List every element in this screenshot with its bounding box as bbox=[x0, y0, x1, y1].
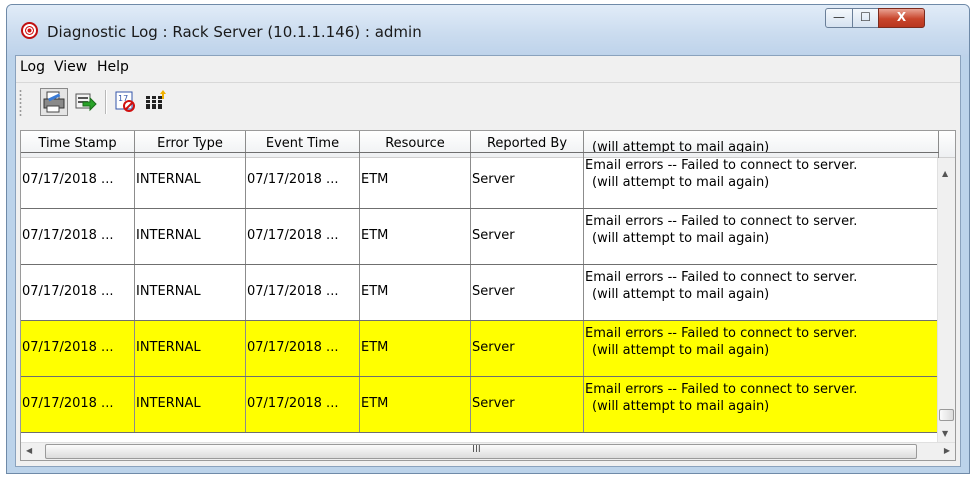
print-icon bbox=[43, 91, 65, 113]
cell-reported-by bbox=[471, 131, 584, 152]
table-row-partial[interactable]: (will attempt to mail again) bbox=[21, 131, 939, 153]
cell-resource: ETM bbox=[360, 209, 471, 264]
app-logo-icon bbox=[21, 22, 38, 39]
app-window: Diagnostic Log : Rack Server (10.1.1.146… bbox=[6, 4, 970, 474]
message-line-2: (will attempt to mail again) bbox=[592, 399, 770, 414]
minimize-button[interactable]: — bbox=[825, 8, 853, 28]
scroll-up-icon[interactable]: ▲ bbox=[942, 169, 948, 178]
vertical-scrollbar[interactable]: ▲ ▼ bbox=[937, 158, 955, 445]
menu-bar: Log View Help bbox=[16, 56, 960, 83]
columns-icon bbox=[146, 90, 166, 109]
cell-reported-by: Server bbox=[471, 153, 584, 208]
cell-error-type bbox=[135, 131, 246, 152]
horizontal-scrollbar[interactable]: ◀ III ▶ bbox=[21, 442, 955, 460]
cell-reported-by: Server bbox=[471, 209, 584, 264]
cell-error-type: INTERNAL bbox=[135, 377, 246, 432]
cell-time-stamp: 07/17/2018 ... bbox=[21, 377, 135, 432]
export-icon bbox=[75, 93, 97, 112]
cell-time-stamp: 07/17/2018 ... bbox=[21, 153, 135, 208]
horizontal-scroll-thumb[interactable]: III bbox=[45, 444, 917, 459]
cell-event-time: 07/17/2018 ... bbox=[246, 377, 360, 432]
table-row-highlighted[interactable]: 07/17/2018 ... INTERNAL 07/17/2018 ... E… bbox=[21, 377, 939, 433]
message-line-2: (will attempt to mail again) bbox=[592, 287, 770, 302]
message-line-2: (will attempt to mail again) bbox=[592, 175, 770, 190]
cell-error-type: INTERNAL bbox=[135, 321, 246, 376]
menu-view[interactable]: View bbox=[54, 59, 87, 75]
cell-message: Email errors -- Failed to connect to ser… bbox=[584, 321, 939, 376]
minimize-icon: — bbox=[833, 10, 845, 24]
cell-message: Email errors -- Failed to connect to ser… bbox=[584, 209, 939, 264]
calendar-button[interactable]: 17 bbox=[112, 88, 140, 116]
toolbar-grip[interactable] bbox=[19, 89, 22, 117]
calendar-icon: 17 bbox=[115, 91, 135, 112]
vertical-scroll-thumb[interactable] bbox=[939, 409, 954, 421]
message-line-1: Email errors -- Failed to connect to ser… bbox=[585, 214, 858, 229]
cell-resource: ETM bbox=[360, 153, 471, 208]
cell-event-time: 07/17/2018 ... bbox=[246, 265, 360, 320]
cell-event-time: 07/17/2018 ... bbox=[246, 321, 360, 376]
scroll-down-icon[interactable]: ▼ bbox=[942, 429, 948, 438]
table-row[interactable]: 07/17/2018 ... INTERNAL 07/17/2018 ... E… bbox=[21, 265, 939, 321]
cell-event-time: 07/17/2018 ... bbox=[246, 209, 360, 264]
table-row[interactable]: 07/17/2018 ... INTERNAL 07/17/2018 ... E… bbox=[21, 209, 939, 265]
columns-button[interactable] bbox=[142, 88, 170, 116]
cell-time-stamp: 07/17/2018 ... bbox=[21, 321, 135, 376]
cell-event-time bbox=[246, 131, 360, 152]
maximize-icon: ☐ bbox=[860, 10, 871, 24]
cell-time-stamp bbox=[21, 131, 135, 152]
menu-log[interactable]: Log bbox=[20, 59, 45, 75]
scroll-left-icon[interactable]: ◀ bbox=[26, 446, 32, 455]
print-button[interactable] bbox=[40, 88, 68, 116]
cell-resource: ETM bbox=[360, 265, 471, 320]
message-line-2: (will attempt to mail again) bbox=[592, 231, 770, 246]
message-line-1: Email errors -- Failed to connect to ser… bbox=[585, 270, 858, 285]
cell-resource bbox=[360, 131, 471, 152]
toolbar-separator bbox=[105, 90, 107, 114]
toolbar: 17 bbox=[16, 83, 960, 123]
message-line: (will attempt to mail again) bbox=[592, 140, 770, 152]
cell-error-type: INTERNAL bbox=[135, 209, 246, 264]
cell-resource: ETM bbox=[360, 377, 471, 432]
close-icon: X bbox=[896, 10, 907, 24]
cell-error-type: INTERNAL bbox=[135, 265, 246, 320]
client-area: Log View Help 17 Time Stamp Error Type E… bbox=[15, 55, 961, 467]
table-row[interactable]: 07/17/2018 ... INTERNAL 07/17/2018 ... E… bbox=[21, 153, 939, 209]
close-button[interactable]: X bbox=[878, 8, 925, 28]
cell-reported-by: Server bbox=[471, 265, 584, 320]
message-line-1: Email errors -- Failed to connect to ser… bbox=[585, 158, 858, 173]
cell-message: Email errors -- Failed to connect to ser… bbox=[584, 377, 939, 432]
message-line-1: Email errors -- Failed to connect to ser… bbox=[585, 326, 858, 341]
scroll-grip-icon: III bbox=[472, 444, 481, 455]
cell-reported-by: Server bbox=[471, 321, 584, 376]
cell-message: Email errors -- Failed to connect to ser… bbox=[584, 153, 939, 208]
window-title: Diagnostic Log : Rack Server (10.1.1.146… bbox=[47, 23, 422, 41]
title-bar[interactable]: Diagnostic Log : Rack Server (10.1.1.146… bbox=[7, 5, 969, 57]
cell-resource: ETM bbox=[360, 321, 471, 376]
message-line-1: Email errors -- Failed to connect to ser… bbox=[585, 382, 858, 397]
cell-message: (will attempt to mail again) bbox=[584, 131, 939, 152]
cell-time-stamp: 07/17/2018 ... bbox=[21, 209, 135, 264]
cell-event-time: 07/17/2018 ... bbox=[246, 153, 360, 208]
log-table: Time Stamp Error Type Event Time Resourc… bbox=[20, 130, 956, 461]
cell-time-stamp: 07/17/2018 ... bbox=[21, 265, 135, 320]
cell-error-type: INTERNAL bbox=[135, 153, 246, 208]
export-button[interactable] bbox=[72, 88, 100, 116]
cell-message: Email errors -- Failed to connect to ser… bbox=[584, 265, 939, 320]
message-line-2: (will attempt to mail again) bbox=[592, 343, 770, 358]
menu-help[interactable]: Help bbox=[97, 59, 129, 75]
cell-reported-by: Server bbox=[471, 377, 584, 432]
scroll-right-icon[interactable]: ▶ bbox=[944, 446, 950, 455]
table-row-highlighted[interactable]: 07/17/2018 ... INTERNAL 07/17/2018 ... E… bbox=[21, 321, 939, 377]
maximize-button[interactable]: ☐ bbox=[852, 8, 879, 28]
